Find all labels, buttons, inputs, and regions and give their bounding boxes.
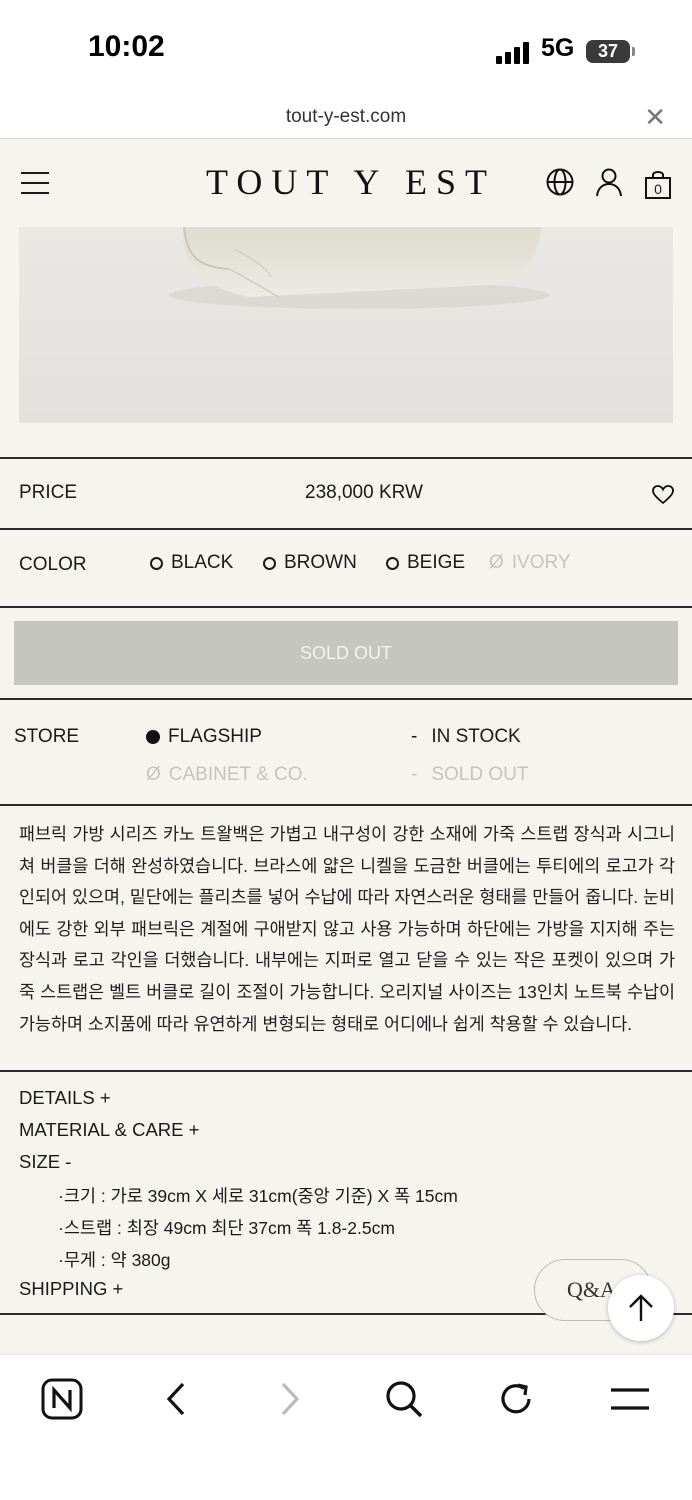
network-type: 5G — [541, 34, 575, 62]
naver-home-button[interactable] — [40, 1377, 84, 1421]
search-button[interactable] — [382, 1377, 426, 1421]
store-status-flagship: - IN STOCK — [411, 726, 521, 747]
menu-icon[interactable] — [21, 172, 49, 194]
site-content: TOUT Y EST 0 PRICE 238,000 KRW COLOR BLA… — [0, 138, 692, 1354]
browser-toolbar — [0, 1354, 692, 1500]
accordion-details[interactable]: DETAILS + — [19, 1087, 111, 1109]
forward-button[interactable] — [268, 1377, 312, 1421]
color-label: COLOR — [19, 554, 87, 575]
divider — [0, 804, 692, 806]
color-option-brown[interactable]: BROWN — [263, 552, 357, 574]
forward-icon — [281, 1382, 300, 1416]
bag-icon[interactable]: 0 — [644, 169, 672, 199]
sold-out-button[interactable]: SOLD OUT — [14, 621, 678, 685]
close-icon[interactable]: ✕ — [644, 102, 666, 133]
back-icon — [166, 1382, 185, 1416]
status-time: 10:02 — [88, 30, 165, 63]
battery-cap — [632, 47, 635, 56]
store-row: STORE FLAGSHIP - IN STOCK Ø CABINET & CO… — [0, 698, 692, 806]
size-item: ·스트랩 : 최장 49cm 최단 37cm 폭 1.8-2.5cm — [58, 1218, 395, 1238]
tabs-menu-icon — [611, 1388, 649, 1410]
price-value: 238,000 KRW — [305, 482, 423, 503]
product-description: 패브릭 가방 시리즈 카노 트왈백은 가볍고 내구성이 강한 소재에 가죽 스트… — [19, 824, 675, 1034]
naver-icon — [41, 1378, 83, 1420]
color-row: COLOR BLACK BROWN BEIGE Ø IVORY — [0, 528, 692, 608]
store-status-cabinet: - SOLD OUT — [411, 764, 529, 785]
color-option-ivory: Ø IVORY — [489, 552, 571, 573]
arrow-up-icon — [629, 1294, 653, 1321]
search-icon — [386, 1381, 423, 1418]
battery-icon: 37 — [586, 40, 630, 63]
accordion-material-care[interactable]: MATERIAL & CARE + — [19, 1119, 199, 1141]
url-bar[interactable]: tout-y-est.com ✕ — [0, 100, 692, 138]
divider — [0, 606, 692, 608]
url-text[interactable]: tout-y-est.com — [0, 106, 692, 128]
product-image — [19, 227, 673, 423]
color-option-beige[interactable]: BEIGE — [386, 552, 465, 574]
unavailable-icon: Ø — [489, 552, 504, 573]
cart-count: 0 — [654, 181, 662, 197]
tabs-menu-button[interactable] — [608, 1377, 652, 1421]
globe-icon[interactable] — [545, 167, 575, 197]
refresh-icon — [501, 1383, 531, 1414]
site-header: TOUT Y EST 0 — [0, 139, 692, 229]
radio-selected-icon — [146, 730, 160, 744]
accordion-size[interactable]: SIZE - — [19, 1151, 71, 1173]
bag-photo — [19, 227, 673, 423]
store-option-flagship[interactable]: FLAGSHIP — [146, 726, 262, 748]
signal-icon — [496, 42, 532, 64]
back-button[interactable] — [154, 1377, 198, 1421]
status-bar: 10:02 5G 37 — [0, 0, 692, 100]
price-row: PRICE 238,000 KRW — [0, 457, 692, 529]
size-item: ·무게 : 약 380g — [58, 1250, 171, 1270]
refresh-button[interactable] — [494, 1377, 538, 1421]
radio-icon — [263, 556, 276, 570]
heart-icon[interactable] — [652, 485, 674, 505]
scroll-top-button[interactable] — [608, 1275, 674, 1341]
accordion-shipping[interactable]: SHIPPING + — [19, 1278, 123, 1300]
size-item: ·크기 : 가로 39cm X 세로 31cm(중앙 기준) X 폭 15cm — [58, 1186, 458, 1206]
site-logo[interactable]: TOUT Y EST — [206, 161, 496, 203]
divider — [0, 1070, 692, 1072]
radio-icon — [386, 556, 399, 570]
radio-icon — [150, 556, 163, 570]
color-option-black[interactable]: BLACK — [150, 552, 233, 574]
user-icon[interactable] — [594, 167, 624, 197]
unavailable-icon: Ø — [146, 764, 161, 785]
store-option-cabinet: Ø CABINET & CO. — [146, 764, 308, 785]
store-label: STORE — [14, 726, 80, 747]
